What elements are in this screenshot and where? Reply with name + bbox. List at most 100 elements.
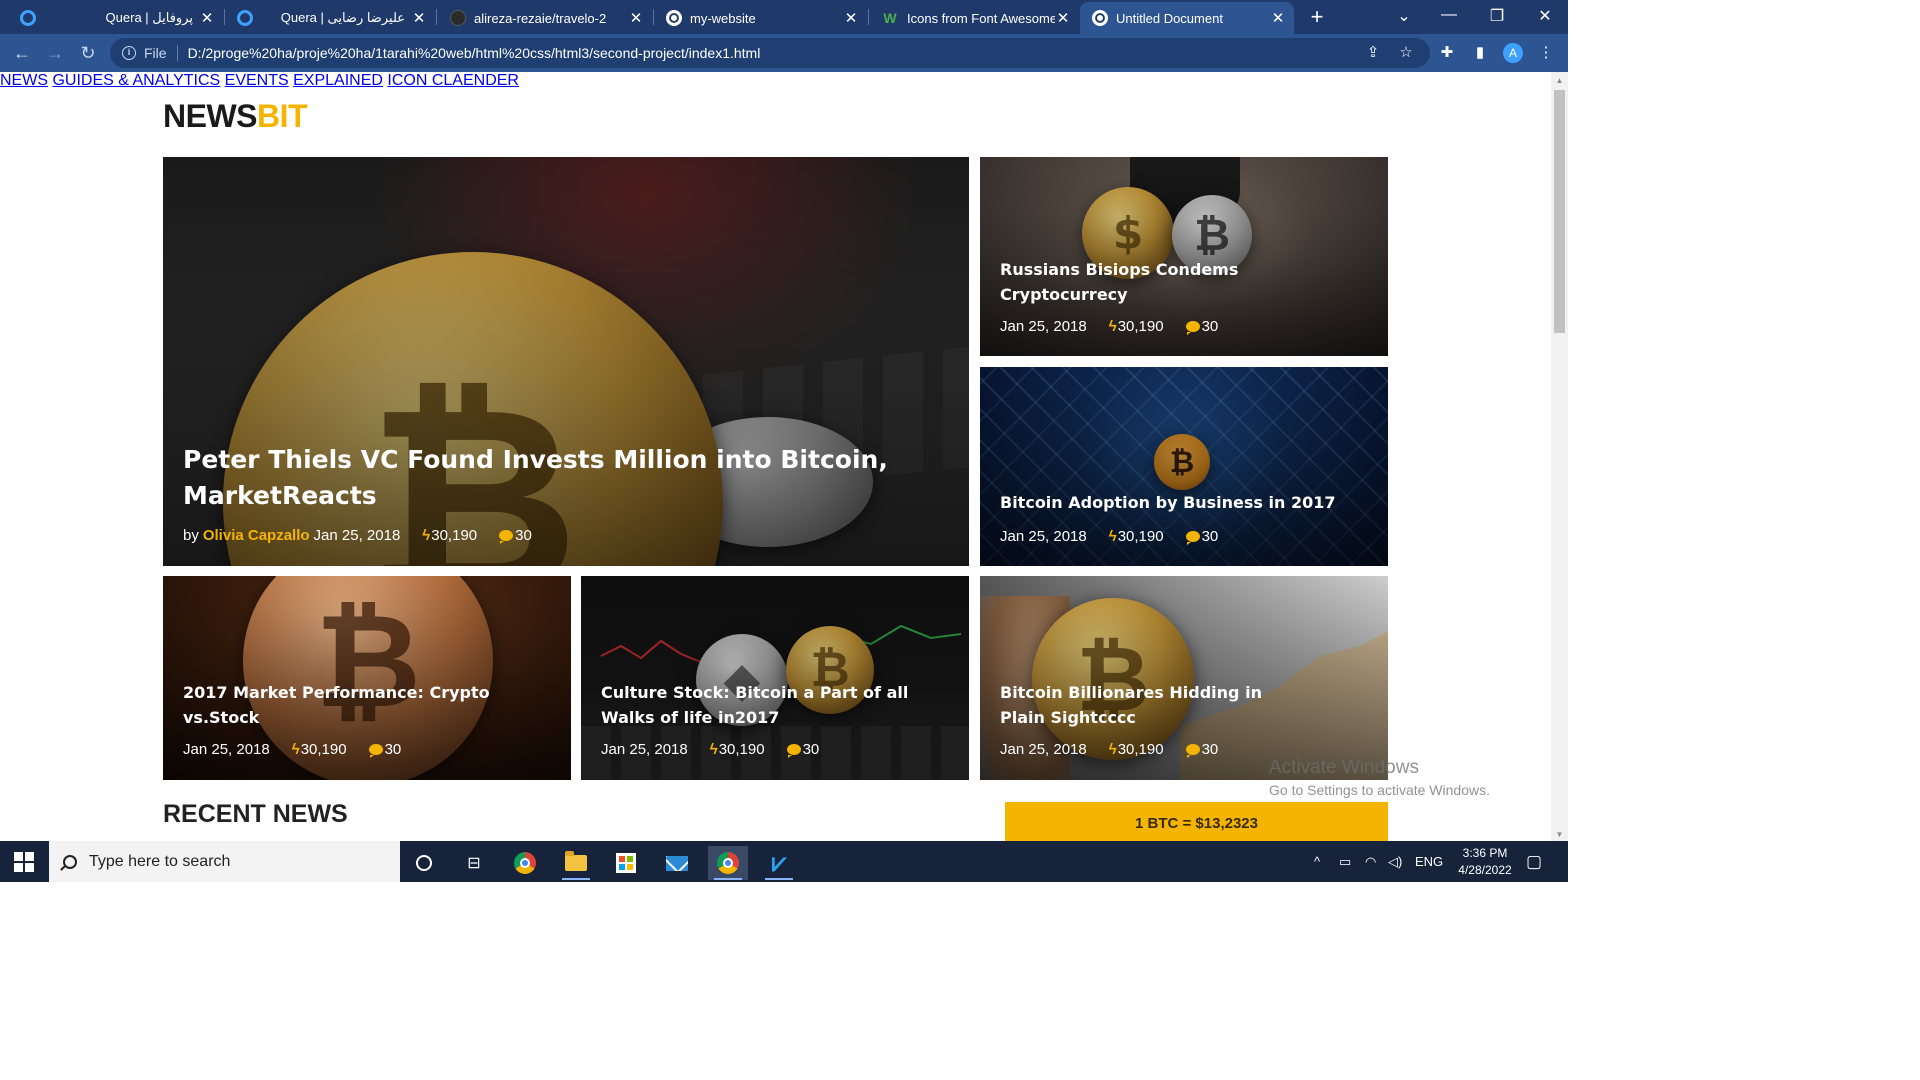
forward-icon[interactable]: →	[44, 42, 66, 64]
article-date: Jan 25, 2018	[313, 527, 401, 544]
wifi-icon[interactable]: ◠	[1365, 854, 1376, 870]
nav-guides-analytics[interactable]: GUIDES & ANALYTICS	[52, 72, 220, 89]
close-icon[interactable]: ✕	[628, 9, 644, 27]
author-link[interactable]: Olivia Capzallo	[203, 527, 310, 544]
tab-separator	[436, 9, 437, 25]
comment-count: 30	[515, 527, 532, 544]
nav-explained[interactable]: EXPLAINED	[293, 72, 383, 89]
mail-icon[interactable]	[657, 846, 697, 880]
clock-time: 3:36 PM	[1462, 846, 1508, 860]
bottom-meta: Jan 25, 2018 ϟ 30,190 30	[1000, 741, 1218, 758]
restore-icon[interactable]: ❐	[1482, 6, 1512, 26]
store-icon[interactable]	[606, 846, 646, 880]
browser-tab[interactable]: W Icons from Font Awesome, ✕	[869, 2, 1079, 34]
minimize-icon[interactable]: —	[1434, 6, 1464, 24]
volume-icon[interactable]: ◁)	[1388, 854, 1402, 870]
close-icon[interactable]: ✕	[1270, 9, 1286, 27]
tab-title: Untitled Document	[1116, 10, 1223, 26]
scroll-down-icon[interactable]: ▼	[1555, 830, 1564, 839]
language-indicator[interactable]: ENG	[1415, 854, 1443, 869]
activation-watermark: Activate Windows Go to Settings to activ…	[1269, 757, 1490, 798]
close-icon[interactable]: ✕	[199, 9, 215, 27]
tab-title: my-website	[690, 10, 756, 26]
close-icon[interactable]: ✕	[411, 9, 427, 27]
scroll-up-icon[interactable]: ▲	[1555, 76, 1564, 85]
bookmark-star-icon[interactable]: ☆	[1396, 43, 1416, 63]
comment-icon	[1185, 744, 1200, 758]
tab-search-icon[interactable]: ⌄	[1389, 6, 1419, 26]
nav-events[interactable]: EVENTS	[225, 72, 289, 89]
bottom-article-card[interactable]: ₿ Bitcoin Billionares Hidding in Plain S…	[980, 576, 1388, 780]
by-label: by	[183, 527, 199, 544]
taskbar-search-box[interactable]: Type here to search	[49, 841, 400, 882]
bolt-icon: ϟ	[422, 527, 431, 544]
browser-toolbar: ← → ↻ i File D:/2proge%20ha/proje%20ha/1…	[0, 34, 1568, 72]
scroll-thumb[interactable]	[1554, 90, 1565, 333]
comment-icon	[786, 744, 801, 758]
menu-icon[interactable]: ⋮	[1536, 43, 1556, 63]
back-icon[interactable]: ←	[11, 42, 33, 64]
profile-avatar[interactable]: A	[1503, 43, 1523, 63]
comment-count: 30	[1201, 318, 1219, 335]
bolt-icon: ϟ	[1108, 318, 1117, 335]
comment-count: 30	[384, 741, 402, 758]
address-url[interactable]: D:/2proge%20ha/proje%20ha/1tarahi%20web/…	[188, 45, 761, 61]
bolt-icon: ϟ	[709, 741, 718, 758]
bottom-meta: Jan 25, 2018 ϟ 30,190 30	[183, 741, 401, 758]
chrome-active-icon[interactable]	[708, 846, 748, 880]
search-icon	[63, 854, 77, 869]
file-explorer-icon[interactable]	[556, 846, 596, 880]
close-icon[interactable]: ✕	[1055, 9, 1071, 27]
browser-tab[interactable]: Quera | علیرضا رضایی ✕	[225, 2, 435, 34]
reload-icon[interactable]: ↻	[77, 42, 99, 64]
quera-icon	[20, 10, 36, 26]
featured-article-card[interactable]: ₿ Peter Thiels VC Found Invests Million …	[163, 157, 969, 566]
windows-start-icon[interactable]	[14, 852, 34, 872]
bottom-headline[interactable]: Bitcoin Billionares Hidding in Plain Sig…	[1000, 680, 1280, 730]
github-icon	[450, 10, 466, 26]
site-logo[interactable]: NEWSBIT	[163, 98, 308, 135]
battery-icon[interactable]: ▭	[1339, 854, 1351, 870]
browser-tab-active[interactable]: Untitled Document ✕	[1080, 2, 1294, 34]
cortana-icon[interactable]	[404, 846, 444, 880]
share-icon[interactable]: ⇪	[1363, 43, 1383, 63]
bolt-icon: ϟ	[1108, 528, 1117, 545]
page-scrollbar[interactable]: ▲ ▼	[1551, 72, 1568, 841]
extensions-icon[interactable]: ✚	[1437, 43, 1457, 63]
bottom-headline[interactable]: 2017 Market Performance: Crypto vs.Stock	[183, 680, 523, 730]
nav-news[interactable]: NEWS	[0, 72, 48, 89]
browser-tab[interactable]: alireza-rezaie/travelo-2 ✕	[438, 2, 652, 34]
bottom-article-card[interactable]: ◆ ₿ Culture Stock: Bitcoin a Part of all…	[581, 576, 969, 780]
article-date: Jan 25, 2018	[1000, 318, 1087, 335]
new-tab-button[interactable]: +	[1305, 4, 1329, 30]
side-article-card[interactable]: $ ₿ Russians Bisiops Condems Cryptocurre…	[980, 157, 1388, 356]
side-headline[interactable]: Bitcoin Adoption by Business in 2017	[1000, 490, 1368, 515]
tab-title: Icons from Font Awesome,	[907, 10, 1055, 26]
nav-icon-calendar[interactable]: ICON CLAENDER	[387, 72, 519, 89]
windows-taskbar: Type here to search ⊟ ⩗ ^ ▭ ◠ ◁) ENG 3:3…	[0, 841, 1568, 882]
tray-chevron-icon[interactable]: ^	[1314, 854, 1320, 869]
side-article-card[interactable]: ₿ Bitcoin Adoption by Business in 2017 J…	[980, 367, 1388, 566]
browser-tab[interactable]: Quera | پروفایل ✕	[8, 2, 223, 34]
close-icon[interactable]: ✕	[843, 9, 859, 27]
logo-news: NEWS	[163, 98, 258, 134]
info-icon[interactable]: i	[122, 46, 136, 60]
browser-tab[interactable]: my-website ✕	[654, 2, 867, 34]
bottom-article-card[interactable]: ₿ 2017 Market Performance: Crypto vs.Sto…	[163, 576, 571, 780]
side-headline[interactable]: Russians Bisiops Condems Cryptocurrecy	[1000, 257, 1280, 307]
bottom-headline[interactable]: Culture Stock: Bitcoin a Part of all Wal…	[601, 680, 949, 730]
address-bar[interactable]: i File D:/2proge%20ha/proje%20ha/1tarahi…	[110, 38, 1430, 68]
side-panel-icon[interactable]: ▮	[1470, 43, 1490, 63]
view-count: 30,190	[300, 741, 347, 758]
comment-count: 30	[802, 741, 820, 758]
window-close-icon[interactable]: ✕	[1530, 6, 1560, 26]
system-clock[interactable]: 3:36 PM 4/28/2022	[1450, 845, 1520, 879]
vscode-icon[interactable]: ⩗	[759, 846, 799, 880]
chrome-icon[interactable]	[505, 846, 545, 880]
task-view-icon[interactable]: ⊟	[454, 846, 494, 880]
featured-headline[interactable]: Peter Thiels VC Found Invests Million in…	[183, 442, 949, 514]
tab-title: Quera | پروفایل	[105, 10, 193, 25]
bolt-icon: ϟ	[1108, 741, 1117, 758]
webflow-icon: W	[883, 10, 897, 26]
notification-icon[interactable]: ▢	[1526, 852, 1542, 872]
